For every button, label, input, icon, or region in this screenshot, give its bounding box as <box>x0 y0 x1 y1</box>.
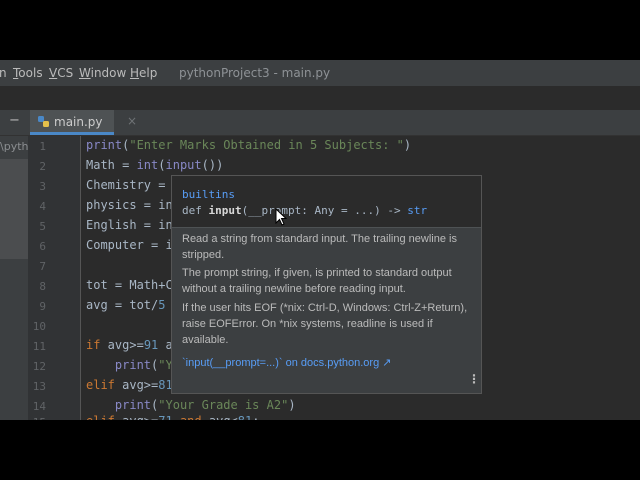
line-number: 5 <box>39 220 46 233</box>
line-number: 9 <box>39 300 46 313</box>
line-number: 7 <box>39 260 46 273</box>
tab-main-py[interactable]: main.py × <box>30 110 137 135</box>
quick-documentation-popup: builtins def input(__prompt: Any = ...) … <box>171 175 482 394</box>
line-number: 1 <box>39 140 46 153</box>
line-number: 11 <box>32 340 46 353</box>
code-line[interactable]: elif avg>=71 and avg<81: <box>86 414 259 420</box>
code-line[interactable]: English = in <box>86 218 173 232</box>
line-number: 2 <box>39 160 46 173</box>
doc-paragraph: If the user hits EOF (*nix: Ctrl-D, Wind… <box>182 302 468 346</box>
code-line[interactable]: if avg>=91 a <box>86 338 173 352</box>
collapse-panel-button[interactable]: − <box>9 113 20 128</box>
line-number: 3 <box>39 180 46 193</box>
mouse-pointer-icon <box>275 208 288 226</box>
line-number: 10 <box>32 320 46 333</box>
project-panel: \pyth <box>0 136 28 420</box>
line-number: 6 <box>39 240 46 253</box>
editor-tab-bar: − main.py × <box>0 110 640 136</box>
code-line[interactable]: print("Your Grade is A2") <box>86 398 296 412</box>
code-line[interactable]: print("Enter Marks Obtained in 5 Subject… <box>86 138 411 152</box>
doc-header: builtins def input(__prompt: Any = ...) … <box>172 176 481 228</box>
more-options-icon[interactable]: ⋮ <box>468 373 480 385</box>
project-selection-highlight <box>0 159 28 259</box>
line-number: 8 <box>39 280 46 293</box>
code-line[interactable]: avg = tot/5 <box>86 298 165 312</box>
menu-item-help[interactable]: Help <box>130 66 157 80</box>
line-number-gutter <box>28 136 81 420</box>
python-file-icon <box>38 116 49 127</box>
return-type-link[interactable]: str <box>407 204 427 217</box>
line-number: 4 <box>39 200 46 213</box>
doc-package: builtins <box>182 188 235 201</box>
doc-paragraph: Read a string from standard input. The t… <box>182 233 457 261</box>
menu-item-vcs[interactable]: VCS <box>49 66 73 80</box>
line-number: 12 <box>32 360 46 373</box>
menu-bar: n Tools VCS Window Help pythonProject3 -… <box>0 60 640 86</box>
close-tab-icon[interactable]: × <box>127 114 137 128</box>
menu-item-tools[interactable]: Tools <box>13 66 43 80</box>
menu-item-window[interactable]: Window <box>79 66 126 80</box>
code-line[interactable]: Math = int(input()) <box>86 158 223 172</box>
line-number: 15 <box>28 416 46 420</box>
code-line[interactable]: Computer = i <box>86 238 173 252</box>
menu-item-partial[interactable]: n <box>0 66 7 80</box>
code-line[interactable]: Chemistry = <box>86 178 173 192</box>
external-doc-link[interactable]: `input(__prompt=...)` on docs.python.org… <box>182 356 391 369</box>
doc-signature: def input(__prompt: Any = ...) -> str <box>182 204 428 217</box>
code-line[interactable]: physics = in <box>86 198 173 212</box>
window-title: pythonProject3 - main.py <box>179 66 331 80</box>
tab-label: main.py <box>54 115 103 129</box>
line-number: 14 <box>32 400 46 413</box>
code-line[interactable]: tot = Math+C <box>86 278 173 292</box>
code-line[interactable]: print("Y <box>86 358 173 372</box>
project-path: \pyth <box>0 140 29 153</box>
line-number: 13 <box>32 380 46 393</box>
doc-paragraph: The prompt string, if given, is printed … <box>182 267 452 295</box>
code-line[interactable]: elif avg>=81 <box>86 378 173 392</box>
